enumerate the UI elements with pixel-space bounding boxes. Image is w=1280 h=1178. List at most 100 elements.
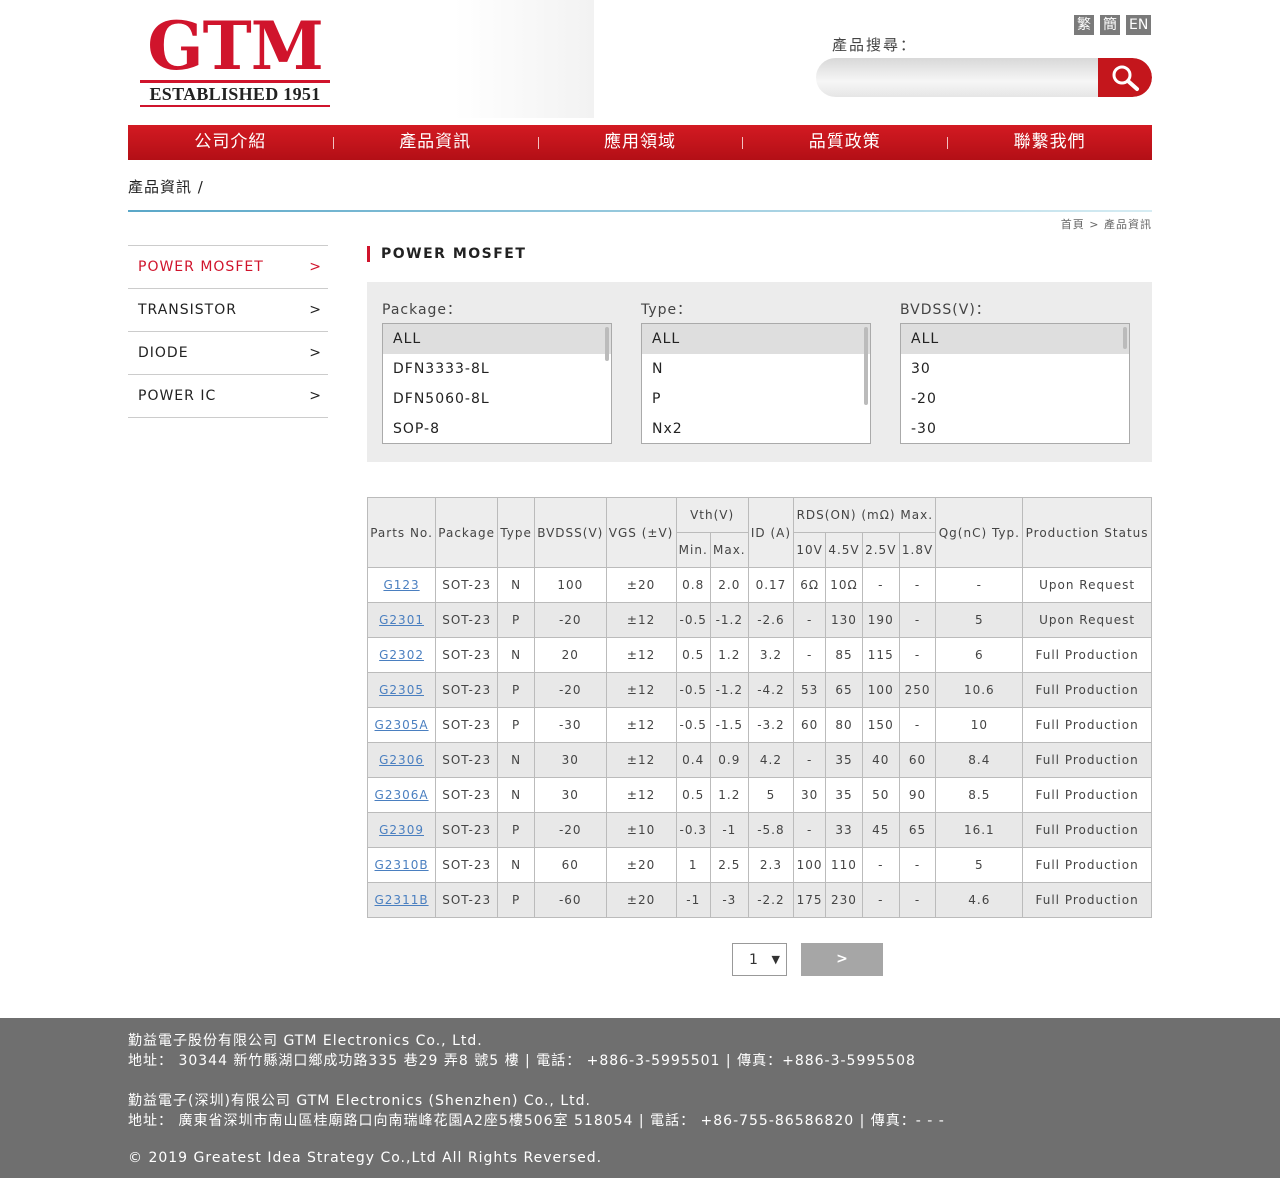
- next-page-button[interactable]: >: [801, 943, 883, 976]
- package-option[interactable]: DFN5060-8L: [383, 384, 611, 414]
- cell-package: SOT-23: [435, 567, 499, 603]
- cell-part: G2309: [366, 812, 437, 848]
- cell-vgs: ±20: [605, 882, 677, 918]
- part-link[interactable]: G123: [383, 578, 419, 592]
- cell-rds-45v: 35: [825, 742, 863, 778]
- type-filter-label: Type：: [641, 302, 693, 318]
- cell-status: Upon Request: [1022, 567, 1152, 603]
- cell-rds-25v: -: [861, 567, 900, 603]
- language-switcher: 繁 簡 EN: [1074, 15, 1152, 35]
- breadcrumb-home[interactable]: 首頁: [1061, 218, 1085, 231]
- sidebar-item-power-mosfet[interactable]: POWER MOSFET >: [128, 246, 328, 289]
- package-scrollbar[interactable]: [605, 327, 609, 361]
- package-option[interactable]: DFN3333-8L: [383, 354, 611, 384]
- lang-simplified[interactable]: 簡: [1100, 15, 1120, 35]
- type-option[interactable]: N: [642, 354, 870, 384]
- nav-applications[interactable]: 應用領域: [537, 125, 743, 160]
- bvdss-scrollbar[interactable]: [1123, 327, 1127, 349]
- cell-qg: 10: [935, 707, 1024, 743]
- parts-table-body: G123 SOT-23 N 100 ±20 0.8 2.0 0.17 6Ω 10Ω - - - Upon …: [366, 567, 1152, 918]
- col-id: ID (A): [747, 497, 795, 568]
- type-scrollbar[interactable]: [864, 327, 868, 405]
- package-listbox[interactable]: ALL DFN3333-8L DFN5060-8L SOP-8: [382, 323, 612, 444]
- part-link[interactable]: G2311B: [375, 893, 429, 907]
- nav-quality[interactable]: 品質政策: [742, 125, 947, 160]
- cell-rds-18v: -: [898, 637, 937, 673]
- cell-rds-10v: 100: [793, 847, 827, 883]
- cell-type: N: [497, 742, 535, 778]
- cell-qg: 5: [935, 847, 1024, 883]
- cell-type: N: [497, 637, 535, 673]
- sidebar-item-transistor[interactable]: TRANSISTOR >: [128, 289, 328, 332]
- col-type: Type: [497, 497, 535, 568]
- search-button[interactable]: [1098, 58, 1152, 97]
- cell-rds-10v: -: [793, 602, 827, 638]
- cell-rds-10v: 6Ω: [793, 567, 827, 603]
- nav-contact[interactable]: 聯繫我們: [947, 125, 1152, 160]
- cell-qg: 8.4: [935, 742, 1024, 778]
- cell-vgs: ±20: [605, 847, 677, 883]
- type-listbox[interactable]: ALL N P Nx2: [641, 323, 871, 444]
- sidebar-item-label: POWER MOSFET: [138, 259, 264, 275]
- part-link[interactable]: G2306: [379, 753, 424, 767]
- cell-vth-min: -0.5: [675, 672, 711, 708]
- sidebar-item-label: DIODE: [138, 345, 189, 361]
- cell-vgs: ±12: [605, 602, 677, 638]
- logo-area: GTM ESTABLISHED 1951: [128, 0, 594, 118]
- page-select[interactable]: 1 ▼: [732, 943, 787, 976]
- cell-bvdss: 30: [534, 777, 607, 813]
- package-option[interactable]: ALL: [383, 324, 611, 354]
- part-link[interactable]: G2301: [379, 613, 424, 627]
- sidebar-item-diode[interactable]: DIODE >: [128, 332, 328, 375]
- cell-rds-25v: 45: [861, 812, 900, 848]
- cell-bvdss: 20: [534, 637, 607, 673]
- lang-traditional[interactable]: 繁: [1074, 15, 1094, 35]
- bvdss-option[interactable]: -20: [901, 384, 1129, 414]
- part-link[interactable]: G2302: [379, 648, 424, 662]
- bvdss-filter-label: BVDSS(V)：: [900, 302, 991, 318]
- search-input[interactable]: [816, 58, 1098, 97]
- page-number: 1: [749, 951, 758, 968]
- part-link[interactable]: G2305: [379, 683, 424, 697]
- cell-vth-max: -1: [709, 812, 749, 848]
- cell-vth-min: -0.5: [675, 602, 711, 638]
- type-option[interactable]: P: [642, 384, 870, 414]
- table-row: G2311B SOT-23 P -60 ±20 -1 -3 -2.2 175 230- -4.6 Fu…: [366, 882, 1152, 918]
- footer-address-sz: 地址： 廣東省深圳市南山區桂廟路口向南瑞峰花園A2座5樓506室 518054 …: [128, 1113, 945, 1129]
- bvdss-listbox[interactable]: ALL 30 -20 -30: [900, 323, 1130, 444]
- type-option[interactable]: Nx2: [642, 414, 870, 443]
- sidebar-item-power-ic[interactable]: POWER IC >: [128, 375, 328, 418]
- breadcrumb-current[interactable]: 產品資訊: [1104, 218, 1152, 231]
- logo[interactable]: GTM ESTABLISHED 1951: [140, 13, 330, 107]
- part-link[interactable]: G2306A: [375, 788, 429, 802]
- cell-id: -4.2: [747, 672, 795, 708]
- cell-qg: 8.5: [935, 777, 1024, 813]
- cell-vgs: ±12: [605, 777, 677, 813]
- table-row: G2310B SOT-23 N 60 ±20 1 2.5 2.3 100 110- -5 Full P…: [366, 847, 1152, 883]
- cell-type: P: [497, 882, 535, 918]
- cell-status: Full Production: [1022, 812, 1152, 848]
- cell-type: N: [497, 847, 535, 883]
- cell-package: SOT-23: [435, 672, 499, 708]
- part-link[interactable]: G2309: [379, 823, 424, 837]
- col-vth-min: Min.: [675, 532, 711, 568]
- cell-status: Full Production: [1022, 707, 1152, 743]
- bvdss-option[interactable]: 30: [901, 354, 1129, 384]
- cell-rds-25v: 190: [861, 602, 900, 638]
- cell-id: 0.17: [747, 567, 795, 603]
- cell-id: -2.2: [747, 882, 795, 918]
- part-link[interactable]: G2305A: [375, 718, 429, 732]
- col-package: Package: [435, 497, 499, 568]
- type-option[interactable]: ALL: [642, 324, 870, 354]
- lang-english[interactable]: EN: [1126, 15, 1152, 35]
- part-link[interactable]: G2310B: [375, 858, 429, 872]
- bvdss-option[interactable]: ALL: [901, 324, 1129, 354]
- bvdss-option[interactable]: -30: [901, 414, 1129, 443]
- package-option[interactable]: SOP-8: [383, 414, 611, 443]
- cell-id: 3.2: [747, 637, 795, 673]
- nav-about[interactable]: 公司介紹: [128, 125, 333, 160]
- cell-type: N: [497, 777, 535, 813]
- footer-address-tw: 地址： 30344 新竹縣湖口鄉成功路335 巷29 弄8 號5 樓 | 電話：…: [128, 1053, 916, 1069]
- cell-rds-18v: -: [898, 567, 937, 603]
- nav-products[interactable]: 產品資訊: [332, 125, 538, 160]
